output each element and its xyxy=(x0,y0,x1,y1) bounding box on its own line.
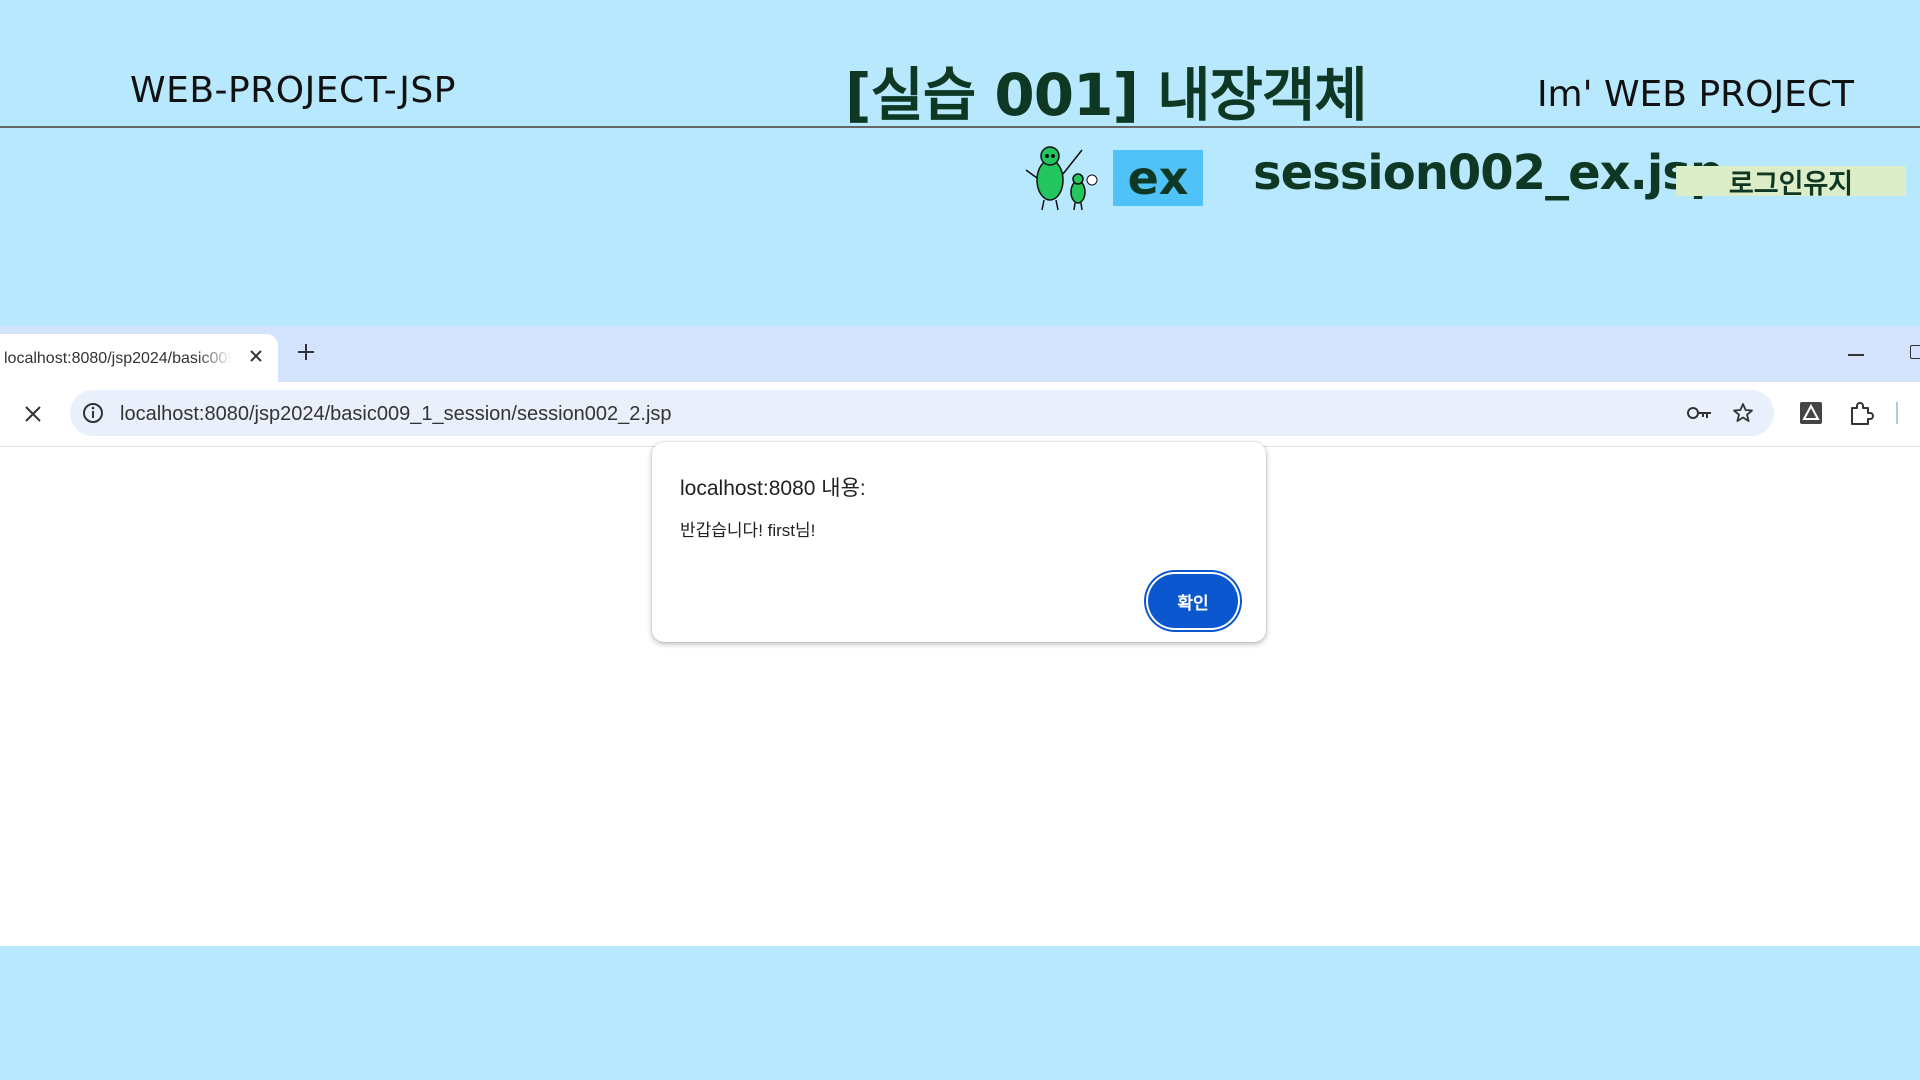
browser-tab[interactable]: localhost:8080/jsp2024/basic009_1_sessio… xyxy=(0,334,278,382)
slide-title: [실습 001] 내장객체 xyxy=(845,61,1368,129)
mascot-illustration xyxy=(1025,146,1098,211)
plus-icon[interactable] xyxy=(294,340,318,364)
header-divider xyxy=(0,126,1920,128)
tab-strip: localhost:8080/jsp2024/basic009_1_sessio… xyxy=(0,326,1920,382)
tab-title: localhost:8080/jsp2024/basic009_1_sessio… xyxy=(4,350,232,367)
stop-icon[interactable] xyxy=(22,403,44,425)
toolbar-divider xyxy=(1896,402,1898,424)
project-subtitle: Im' WEB PROJECT xyxy=(1536,74,1854,115)
maximize-icon[interactable] xyxy=(1910,345,1920,359)
alert-dialog: localhost:8080 내용: 반갑습니다! first님! 확인 xyxy=(652,442,1266,642)
ok-button[interactable]: 확인 xyxy=(1148,574,1238,628)
topic-tag: 로그인유지 xyxy=(1676,166,1906,200)
info-icon[interactable] xyxy=(82,402,104,424)
key-icon[interactable] xyxy=(1685,402,1713,424)
puzzle-icon[interactable] xyxy=(1848,400,1874,426)
file-name-title: session002_ex.jsp xyxy=(1253,145,1724,201)
dialog-message: 반갑습니다! first님! xyxy=(680,521,816,540)
browser-window: localhost:8080/jsp2024/basic009_1_sessio… xyxy=(0,326,1920,946)
example-badge: ex xyxy=(1113,150,1203,206)
url-text[interactable]: localhost:8080/jsp2024/basic009_1_sessio… xyxy=(120,403,672,426)
dialog-title: localhost:8080 내용: xyxy=(680,477,866,500)
close-icon[interactable] xyxy=(246,346,266,366)
minimize-icon[interactable] xyxy=(1848,354,1864,356)
extension-icon[interactable] xyxy=(1798,400,1824,426)
project-label: WEB-PROJECT-JSP xyxy=(130,70,456,111)
address-bar[interactable]: localhost:8080/jsp2024/basic009_1_sessio… xyxy=(70,390,1774,436)
browser-toolbar: localhost:8080/jsp2024/basic009_1_sessio… xyxy=(0,382,1920,447)
star-icon[interactable] xyxy=(1731,401,1755,425)
